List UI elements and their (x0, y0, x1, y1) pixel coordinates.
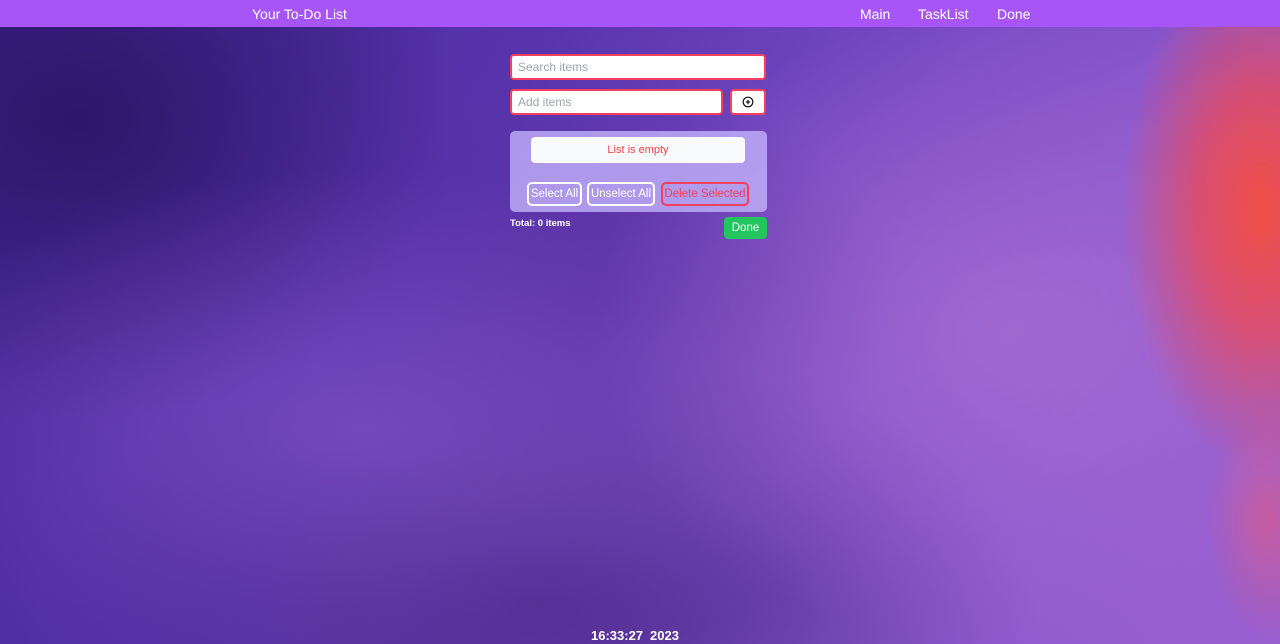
top-navbar: Your To-Do List Main TaskList Done (0, 0, 1280, 27)
add-item-input[interactable] (510, 89, 723, 115)
task-list-panel: List is empty Select All Unselect All De… (510, 131, 767, 212)
plus-circle-icon (742, 96, 754, 108)
clock-year: 2023 (650, 628, 679, 643)
done-button[interactable]: Done (724, 217, 767, 239)
nav-link-tasklist[interactable]: TaskList (918, 6, 969, 22)
delete-selected-button[interactable]: Delete Selected (661, 182, 749, 206)
empty-list-message: List is empty (531, 137, 745, 163)
add-item-button[interactable] (730, 89, 766, 115)
clock-time: 16:33:27 (591, 628, 644, 643)
clock-display: 16:33:27 2023 (591, 628, 679, 643)
unselect-all-button[interactable]: Unselect All (587, 182, 655, 206)
nav-link-done[interactable]: Done (997, 6, 1030, 22)
nav-link-main[interactable]: Main (860, 6, 890, 22)
total-items-count: Total: 0 items (510, 218, 571, 229)
app-title: Your To-Do List (252, 6, 347, 22)
select-all-button[interactable]: Select All (527, 182, 582, 206)
search-input[interactable] (510, 54, 766, 80)
